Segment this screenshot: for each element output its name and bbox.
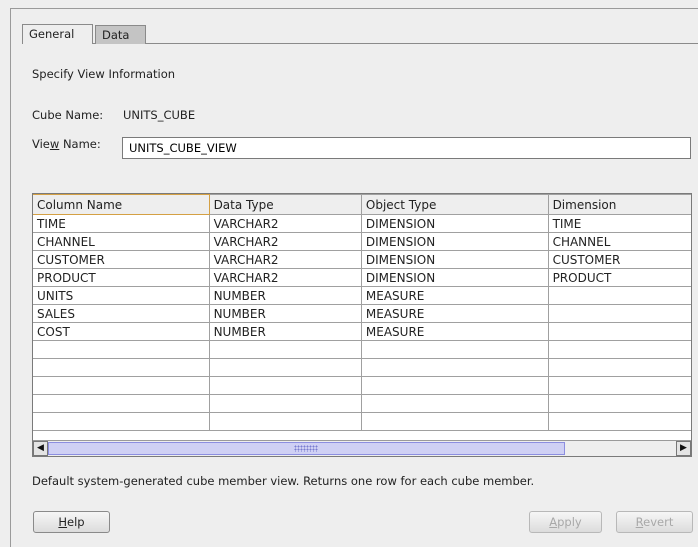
table-cell bbox=[208, 340, 362, 359]
view-label-mnemonic: w bbox=[49, 137, 60, 151]
table-cell bbox=[33, 394, 210, 413]
empty-row bbox=[33, 394, 691, 413]
table-row[interactable]: CUSTOMER VARCHAR2 DIMENSION CUSTOMER bbox=[33, 250, 691, 269]
table-cell: DIMENSION bbox=[360, 250, 549, 269]
table-cell: NUMBER bbox=[208, 322, 362, 341]
table-cell: CUSTOMER bbox=[547, 250, 691, 269]
table-cell: COST bbox=[33, 322, 210, 341]
table-row[interactable]: PRODUCT VARCHAR2 DIMENSION PRODUCT bbox=[33, 268, 691, 287]
table-cell bbox=[547, 394, 691, 413]
header-data-type[interactable]: Data Type bbox=[208, 194, 362, 215]
apply-label: pply bbox=[557, 515, 582, 529]
view-name-label: View Name: bbox=[32, 137, 101, 151]
table-cell: CHANNEL bbox=[547, 232, 691, 251]
table-cell bbox=[33, 340, 210, 359]
table-cell bbox=[33, 358, 210, 377]
table-row[interactable]: CHANNEL VARCHAR2 DIMENSION CHANNEL bbox=[33, 232, 691, 251]
revert-label: evert bbox=[643, 515, 674, 529]
table-cell bbox=[547, 304, 691, 323]
table-cell: NUMBER bbox=[208, 304, 362, 323]
table-cell bbox=[208, 376, 362, 395]
table-cell: MEASURE bbox=[360, 286, 549, 305]
view-label-part: Name: bbox=[59, 137, 101, 151]
apply-mnemonic: A bbox=[549, 515, 558, 529]
table-cell: VARCHAR2 bbox=[208, 268, 362, 287]
table-cell bbox=[208, 394, 362, 413]
empty-row bbox=[33, 376, 691, 395]
help-label: elp bbox=[67, 515, 85, 529]
table-cell: VARCHAR2 bbox=[208, 250, 362, 269]
table-row[interactable]: SALES NUMBER MEASURE bbox=[33, 304, 691, 323]
table-cell: UNITS bbox=[33, 286, 210, 305]
section-title: Specify View Information bbox=[32, 67, 176, 81]
table-cell: DIMENSION bbox=[360, 268, 549, 287]
apply-button[interactable]: Apply bbox=[529, 511, 602, 533]
table-cell: CUSTOMER bbox=[33, 250, 210, 269]
help-mnemonic: H bbox=[58, 515, 68, 529]
grip-icon bbox=[294, 445, 318, 452]
tab-general[interactable]: General bbox=[22, 24, 93, 44]
table-cell bbox=[547, 322, 691, 341]
table-cell bbox=[33, 412, 210, 431]
columns-grid: Column Name Data Type Object Type Dimens… bbox=[33, 194, 691, 431]
table-cell bbox=[208, 412, 362, 431]
help-button[interactable]: Help bbox=[33, 511, 110, 533]
table-cell bbox=[547, 412, 691, 431]
table-row[interactable]: UNITS NUMBER MEASURE bbox=[33, 286, 691, 305]
empty-row bbox=[33, 358, 691, 377]
table-header-row: Column Name Data Type Object Type Dimens… bbox=[33, 194, 691, 215]
revert-button[interactable]: Revert bbox=[616, 511, 693, 533]
table-cell bbox=[360, 340, 549, 359]
table-cell bbox=[360, 358, 549, 377]
view-label-part: Vie bbox=[32, 137, 50, 151]
table-cell: TIME bbox=[33, 214, 210, 233]
empty-row bbox=[33, 412, 691, 431]
table-cell: MEASURE bbox=[360, 322, 549, 341]
tab-data[interactable]: Data bbox=[95, 25, 146, 44]
table-cell bbox=[547, 286, 691, 305]
table-row[interactable]: COST NUMBER MEASURE bbox=[33, 322, 691, 341]
table-cell bbox=[360, 394, 549, 413]
table-cell: TIME bbox=[547, 214, 691, 233]
columns-table: Column Name Data Type Object Type Dimens… bbox=[32, 193, 692, 457]
table-cell bbox=[360, 376, 549, 395]
table-cell: PRODUCT bbox=[547, 268, 691, 287]
table-row[interactable]: TIME VARCHAR2 DIMENSION TIME bbox=[33, 214, 691, 233]
table-cell bbox=[360, 412, 549, 431]
table-cell: VARCHAR2 bbox=[208, 214, 362, 233]
table-cell: DIMENSION bbox=[360, 232, 549, 251]
view-name-input[interactable] bbox=[122, 137, 691, 159]
header-object-type[interactable]: Object Type bbox=[360, 194, 549, 215]
horizontal-scrollbar[interactable]: ◀ ▶ bbox=[33, 440, 691, 456]
table-cell bbox=[208, 358, 362, 377]
cube-name-value: UNITS_CUBE bbox=[123, 108, 196, 122]
table-cell bbox=[547, 376, 691, 395]
table-cell bbox=[33, 376, 210, 395]
right-arrow-icon[interactable]: ▶ bbox=[676, 441, 691, 456]
table-cell: SALES bbox=[33, 304, 210, 323]
left-arrow-icon[interactable]: ◀ bbox=[33, 441, 48, 456]
table-cell: PRODUCT bbox=[33, 268, 210, 287]
table-cell: CHANNEL bbox=[33, 232, 210, 251]
view-description: Default system-generated cube member vie… bbox=[32, 474, 535, 488]
empty-row bbox=[33, 340, 691, 359]
scroll-thumb[interactable] bbox=[48, 442, 565, 455]
table-cell bbox=[547, 358, 691, 377]
cube-name-label: Cube Name: bbox=[32, 108, 104, 122]
table-cell: NUMBER bbox=[208, 286, 362, 305]
table-cell bbox=[547, 340, 691, 359]
header-dimension[interactable]: Dimension bbox=[547, 194, 691, 215]
header-column-name[interactable]: Column Name bbox=[33, 194, 210, 215]
table-cell: MEASURE bbox=[360, 304, 549, 323]
table-cell: VARCHAR2 bbox=[208, 232, 362, 251]
table-cell: DIMENSION bbox=[360, 214, 549, 233]
